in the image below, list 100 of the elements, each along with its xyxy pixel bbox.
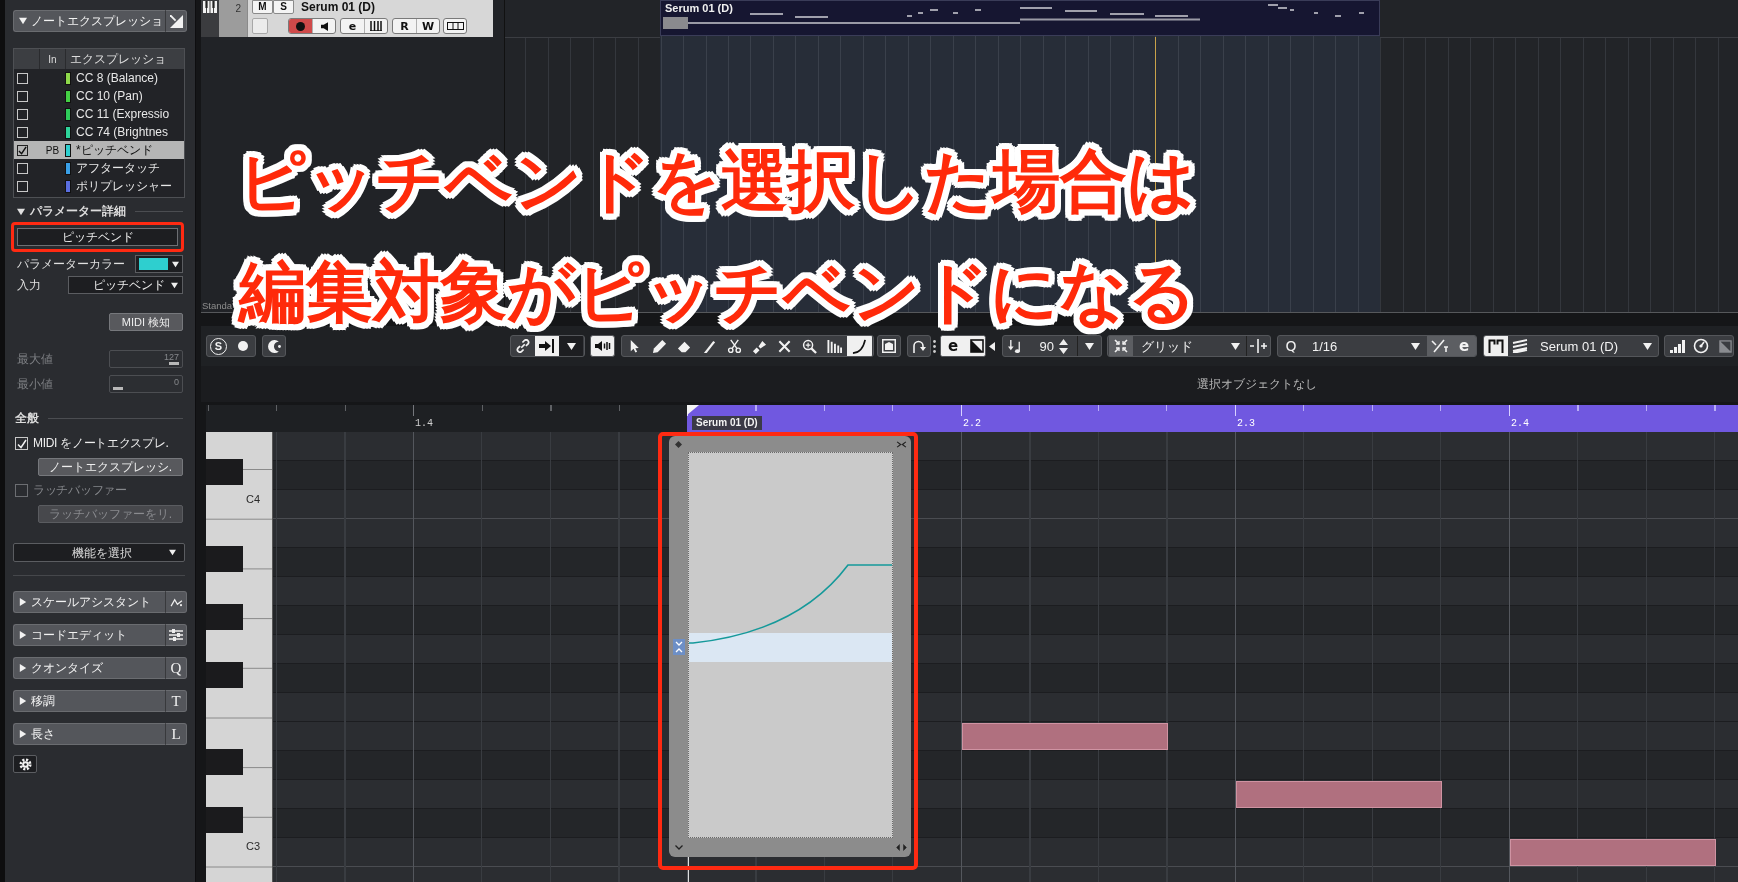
- ruler-label: 2.4: [1511, 418, 1529, 430]
- expression-row[interactable]: CC 74 (Brightnes: [14, 123, 184, 141]
- section-button[interactable]: スケールアシスタント: [13, 591, 165, 613]
- midi-event[interactable]: Serum 01 (D): [660, 0, 1380, 36]
- expression-row[interactable]: CC 11 (Expressio: [14, 105, 184, 123]
- edit-button[interactable]: e: [341, 19, 364, 33]
- lanes-button[interactable]: [443, 18, 467, 34]
- section-button[interactable]: 移調: [13, 690, 165, 712]
- read-button[interactable]: R: [393, 19, 416, 33]
- caret-down-icon: [169, 549, 176, 556]
- dropdown-button[interactable]: [559, 336, 583, 356]
- chevrons-inward-icon[interactable]: [896, 440, 907, 448]
- expression-name: ポリプレッシャー: [76, 177, 172, 195]
- note-arrow-icon: [1007, 338, 1023, 354]
- expression-row[interactable]: ポリプレッシャー: [14, 177, 184, 195]
- velocity-field[interactable]: 90: [1027, 336, 1054, 356]
- expression-name: *ピッチベンド: [76, 141, 153, 159]
- toolbar-button[interactable]: [590, 335, 615, 357]
- diamond-icon[interactable]: [675, 440, 682, 448]
- piano-keyboard-drawing[interactable]: [206, 432, 273, 882]
- check-icon: [16, 438, 27, 449]
- crossed-square-icon: [970, 339, 984, 353]
- expression-name: CC 74 (Brightnes: [76, 125, 169, 139]
- expression-row[interactable]: アフタータッチ: [14, 159, 184, 177]
- settings-button[interactable]: [13, 755, 37, 773]
- event-name: Serum 01 (D): [665, 2, 733, 15]
- snap-line-button[interactable]: [1246, 336, 1270, 356]
- gear-icon: [18, 757, 32, 771]
- caret-down-icon: [1411, 341, 1420, 351]
- parameter-name-button[interactable]: ピッチベンド: [17, 228, 178, 246]
- quantize-toggle-button[interactable]: e: [1452, 336, 1476, 356]
- event-name-label: Serum 01 (D): [692, 416, 762, 430]
- spinner-icon[interactable]: [1059, 338, 1068, 354]
- speaker-icon: [320, 21, 328, 31]
- section-tool-button[interactable]: T: [165, 690, 187, 712]
- arrows-horizontal-icon[interactable]: [896, 844, 907, 851]
- section-button[interactable]: コードエディット: [13, 624, 165, 646]
- section-title: パラメーター詳細: [30, 203, 126, 220]
- mute-button[interactable]: M: [252, 0, 273, 14]
- glue-tube-icon: [752, 338, 767, 354]
- caret-down-icon: [1085, 341, 1094, 351]
- color-dropdown[interactable]: [135, 255, 183, 273]
- crossed-square-icon: [1718, 339, 1732, 353]
- toolbar-button[interactable]: [907, 335, 931, 357]
- status-message: 選択オブジェクトなし: [1197, 375, 1317, 393]
- tool-button[interactable]: [847, 336, 872, 356]
- minus-bar-plus-icon: [1250, 339, 1267, 353]
- start-marker-icon: [687, 405, 699, 415]
- field-label: パラメーターカラー: [17, 255, 125, 273]
- fraction-icon[interactable]: [1427, 336, 1452, 356]
- ruler-label: 2.2: [963, 418, 981, 430]
- section-button[interactable]: 長さ: [13, 723, 165, 745]
- chevron-down-icon[interactable]: [675, 845, 683, 850]
- key-label: C3: [246, 839, 261, 853]
- snap-type-dropdown[interactable]: グリッド: [1133, 336, 1246, 356]
- expression-row[interactable]: CC 10 (Pan): [14, 87, 184, 105]
- function-dropdown[interactable]: 機能を選択: [13, 543, 185, 562]
- track-toggle-button[interactable]: [252, 18, 268, 34]
- record-button[interactable]: [289, 19, 312, 33]
- piano-keys-icon: [370, 21, 382, 31]
- editor-target-dropdown[interactable]: Serum 01 (D): [1532, 336, 1658, 356]
- toolbar-button[interactable]: [262, 335, 286, 357]
- write-button[interactable]: W: [416, 19, 439, 33]
- auto-scroll-button[interactable]: [535, 336, 559, 356]
- section-tool-button[interactable]: [165, 624, 187, 646]
- field-label: 最大値: [17, 350, 53, 368]
- check-icon: [18, 145, 27, 155]
- note-expression-section-button[interactable]: ノートエクスプレッショ: [13, 10, 165, 32]
- track-name[interactable]: Serum 01 (D): [301, 0, 376, 14]
- expression-row[interactable]: CC 8 (Balance): [14, 69, 184, 87]
- curve-icon: [852, 338, 867, 354]
- knife-icon: [702, 338, 717, 354]
- checkbox[interactable]: [17, 144, 28, 156]
- quantize-button[interactable]: Q: [1278, 336, 1304, 356]
- panel-options-button[interactable]: [165, 10, 187, 32]
- field-label: 最小値: [17, 375, 53, 393]
- option-button[interactable]: ノートエクスプレッシ.: [38, 458, 183, 476]
- section-tool-button[interactable]: L: [165, 723, 187, 745]
- expression-row[interactable]: PB *ピッチベンド: [14, 141, 184, 159]
- section-button[interactable]: クオンタイズ: [13, 657, 165, 679]
- midi-learn-button[interactable]: MIDI 検知: [109, 313, 183, 331]
- piano-roll-grid[interactable]: [273, 432, 1738, 882]
- layers-icon: [1512, 339, 1528, 353]
- section-tool-button[interactable]: Q: [165, 657, 187, 679]
- section-tool-button[interactable]: [165, 591, 187, 613]
- arrows-inward-icon[interactable]: [1109, 336, 1133, 356]
- dots-icon[interactable]: [933, 339, 936, 353]
- bracket-icon: [1488, 339, 1504, 353]
- quantize-dropdown[interactable]: 1/16: [1304, 336, 1426, 356]
- input-dropdown[interactable]: ピッチベンド: [68, 276, 183, 294]
- solo-button[interactable]: S: [273, 0, 294, 14]
- triangle-left-icon[interactable]: [989, 341, 995, 351]
- crescent-icon: [267, 339, 281, 353]
- caret-down-icon: [1643, 341, 1652, 351]
- caret-down-icon[interactable]: [17, 207, 25, 216]
- three-boxes-icon: [446, 22, 464, 30]
- toolbar-toggle-button[interactable]: [1484, 336, 1508, 356]
- toolbar-button[interactable]: [877, 335, 901, 357]
- frame-icon: [882, 339, 896, 353]
- chevrons-vertical-icon[interactable]: [672, 639, 685, 655]
